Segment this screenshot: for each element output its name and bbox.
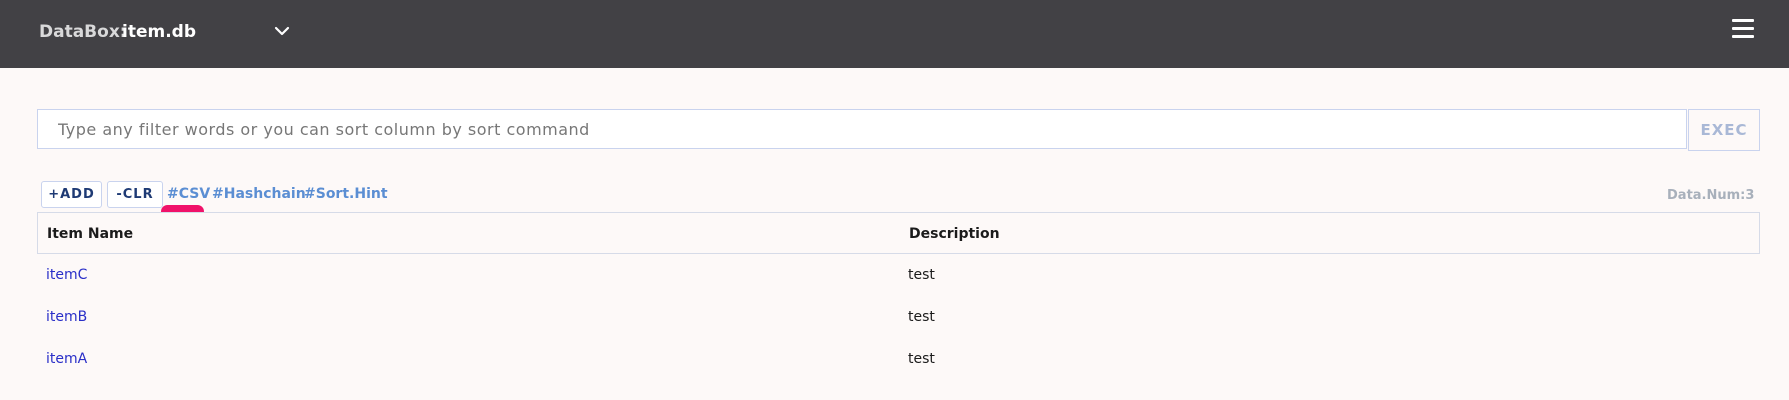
table-row: itemA test [37,338,1760,380]
item-description: test [908,351,935,367]
column-header-item-name[interactable]: Item Name [47,226,133,242]
exec-button[interactable]: EXEC [1688,109,1760,151]
csv-link[interactable]: #CSV [167,186,210,202]
clear-button[interactable]: -CLR [107,181,163,208]
table-row: itemB test [37,296,1760,338]
add-button[interactable]: +ADD [41,181,102,208]
filter-input[interactable] [37,109,1687,149]
item-name-link[interactable]: itemB [46,309,87,325]
database-selector[interactable]: item.db [122,22,196,42]
chevron-down-icon[interactable] [273,22,291,40]
table-header: Item Name Description [37,212,1760,254]
top-bar: DataBox: item.db [0,0,1789,68]
app-brand: DataBox: [39,22,127,42]
data-count: Data.Num:3 [1667,188,1755,203]
hamburger-menu-icon[interactable] [1732,19,1756,39]
item-description: test [908,309,935,325]
item-name-link[interactable]: itemC [46,267,87,283]
item-name-link[interactable]: itemA [46,351,87,367]
column-header-description[interactable]: Description [909,226,1000,242]
data-table: Item Name Description itemC test itemB t… [37,212,1760,380]
hashchain-link[interactable]: #Hashchain [212,186,306,202]
item-description: test [908,267,935,283]
sort-hint-link[interactable]: #Sort.Hint [304,186,388,202]
table-row: itemC test [37,254,1760,296]
